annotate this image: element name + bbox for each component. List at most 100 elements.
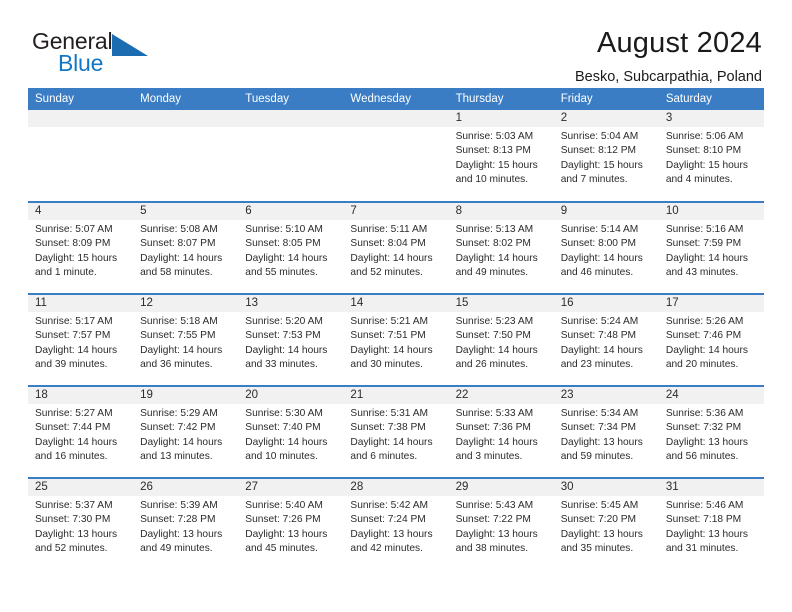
sunrise-text: Sunrise: 5:26 AM [665,316,744,327]
calendar-body: 1 Sunrise: 5:03 AM Sunset: 8:13 PM Daylight… [28,110,764,570]
sunset-text: Sunset: 7:59 PM [665,238,742,250]
calendar-day-cell[interactable]: 22 Sunrise: 5:33 AM Sunset: 7:36 PM Dayligh… [448,385,554,478]
sunrise-text: Sunrise: 5:11 AM [350,224,428,235]
day-details: Sunrise: 5:31 AM Sunset: 7:38 PM Daylight:… [343,404,448,464]
calendar-day-cell[interactable]: 7 Sunrise: 5:11 AM Sunset: 8:04 PM Daylight… [343,201,449,294]
daylight-text-line2: and 52 minutes. [350,266,423,278]
daylight-text-line1: Daylight: 14 hours [140,344,223,356]
sunrise-text: Sunrise: 5:23 AM [455,316,534,327]
day-cell-inner: 21 Sunrise: 5:31 AM Sunset: 7:38 PM Dayligh… [343,387,449,477]
daylight-text-line2: and 20 minutes. [665,358,739,370]
general-blue-logo[interactable]: General Blue [28,28,158,82]
day-cell-inner [28,110,134,201]
day-number: 12 [133,295,239,312]
day-details: Sunrise: 5:27 AM Sunset: 7:44 PM Daylight:… [28,404,133,464]
daylight-text-line2: and 10 minutes. [245,450,318,462]
calendar-day-cell[interactable]: 17 Sunrise: 5:26 AM Sunset: 7:46 PM Dayligh… [658,293,764,386]
day-number: 24 [658,387,764,404]
day-cell-inner: 5 Sunrise: 5:08 AM Sunset: 8:07 PM Daylight… [133,203,239,293]
calendar-day-cell[interactable]: 9 Sunrise: 5:14 AM Sunset: 8:00 PM Daylight… [553,201,659,294]
calendar-day-cell[interactable]: 27 Sunrise: 5:40 AM Sunset: 7:26 PM Dayligh… [238,477,344,570]
calendar-day-cell[interactable]: 2 Sunrise: 5:04 AM Sunset: 8:12 PM Daylight… [553,110,659,202]
sunrise-text: Sunrise: 5:20 AM [245,316,323,327]
day-number [28,110,134,127]
sunrise-text: Sunrise: 5:37 AM [35,500,113,511]
calendar-day-cell[interactable]: 25 Sunrise: 5:37 AM Sunset: 7:30 PM Dayligh… [28,477,134,570]
sunrise-text: Sunrise: 5:46 AM [665,500,744,511]
sunrise-text: Sunrise: 5:40 AM [245,500,323,511]
calendar-day-cell[interactable]: 28 Sunrise: 5:42 AM Sunset: 7:24 PM Dayligh… [343,477,449,570]
day-cell-inner: 22 Sunrise: 5:33 AM Sunset: 7:36 PM Dayligh… [448,387,554,477]
day-details: Sunrise: 5:26 AM Sunset: 7:46 PM Daylight:… [659,312,764,372]
calendar-day-cell[interactable]: 14 Sunrise: 5:21 AM Sunset: 7:51 PM Dayligh… [343,293,449,386]
calendar-day-cell[interactable]: 21 Sunrise: 5:31 AM Sunset: 7:38 PM Dayligh… [343,385,449,478]
calendar-day-cell[interactable] [28,110,134,202]
calendar-day-cell[interactable]: 26 Sunrise: 5:39 AM Sunset: 7:28 PM Dayligh… [133,477,239,570]
daylight-text-line1: Daylight: 14 hours [455,344,538,356]
daylight-text-line2: and 7 minutes. [560,173,628,185]
calendar-day-cell[interactable] [238,110,344,202]
month-calendar: Sunday Monday Tuesday Wednesday Thursday… [28,88,764,570]
daylight-text-line2: and 38 minutes. [455,542,529,554]
daylight-text-line1: Daylight: 14 hours [245,344,328,356]
day-details: Sunrise: 5:34 AM Sunset: 7:34 PM Daylight:… [554,404,659,464]
day-cell-inner: 29 Sunrise: 5:43 AM Sunset: 7:22 PM Dayligh… [448,479,554,570]
calendar-day-cell[interactable] [133,110,239,202]
day-cell-inner: 17 Sunrise: 5:26 AM Sunset: 7:46 PM Dayligh… [658,295,764,385]
day-number: 25 [28,479,134,496]
day-number: 11 [28,295,134,312]
sunset-text: Sunset: 8:13 PM [455,145,531,157]
calendar-day-cell[interactable]: 29 Sunrise: 5:43 AM Sunset: 7:22 PM Dayligh… [448,477,554,570]
day-cell-inner: 10 Sunrise: 5:16 AM Sunset: 7:59 PM Dayligh… [658,203,764,293]
day-cell-inner: 9 Sunrise: 5:14 AM Sunset: 8:00 PM Daylight… [553,203,659,293]
day-details: Sunrise: 5:23 AM Sunset: 7:50 PM Daylight:… [449,312,554,372]
calendar-day-cell[interactable]: 6 Sunrise: 5:10 AM Sunset: 8:05 PM Daylight… [238,201,344,294]
calendar-day-cell[interactable]: 16 Sunrise: 5:24 AM Sunset: 7:48 PM Dayligh… [553,293,659,386]
day-number: 17 [658,295,764,312]
sunset-text: Sunset: 7:55 PM [140,330,216,342]
sunset-text: Sunset: 7:48 PM [560,330,637,342]
day-cell-inner: 6 Sunrise: 5:10 AM Sunset: 8:05 PM Daylight… [238,203,344,293]
sunrise-text: Sunrise: 5:04 AM [560,131,639,142]
daylight-text-line2: and 56 minutes. [665,450,739,462]
calendar-day-cell[interactable] [343,110,449,202]
weekday-header-saturday: Saturday [658,88,764,110]
daylight-text-line1: Daylight: 15 hours [455,159,538,171]
calendar-day-cell[interactable]: 12 Sunrise: 5:18 AM Sunset: 7:55 PM Dayligh… [133,293,239,386]
daylight-text-line1: Daylight: 14 hours [560,252,643,264]
calendar-day-cell[interactable]: 30 Sunrise: 5:45 AM Sunset: 7:20 PM Dayligh… [553,477,659,570]
calendar-day-cell[interactable]: 5 Sunrise: 5:08 AM Sunset: 8:07 PM Daylight… [133,201,239,294]
calendar-day-cell[interactable]: 20 Sunrise: 5:30 AM Sunset: 7:40 PM Dayligh… [238,385,344,478]
day-number: 19 [133,387,239,404]
calendar-week-row: 18 Sunrise: 5:27 AM Sunset: 7:44 PM Dayligh… [28,385,764,478]
calendar-day-cell[interactable]: 23 Sunrise: 5:34 AM Sunset: 7:34 PM Dayligh… [553,385,659,478]
calendar-day-cell[interactable]: 18 Sunrise: 5:27 AM Sunset: 7:44 PM Dayligh… [28,385,134,478]
day-cell-inner: 14 Sunrise: 5:21 AM Sunset: 7:51 PM Dayligh… [343,295,449,385]
calendar-day-cell[interactable]: 4 Sunrise: 5:07 AM Sunset: 8:09 PM Daylight… [28,201,134,294]
calendar-day-cell[interactable]: 19 Sunrise: 5:29 AM Sunset: 7:42 PM Dayligh… [133,385,239,478]
daylight-text-line2: and 13 minutes. [140,450,213,462]
calendar-day-cell[interactable]: 3 Sunrise: 5:06 AM Sunset: 8:10 PM Daylight… [658,110,764,202]
daylight-text-line1: Daylight: 13 hours [560,436,643,448]
daylight-text-line1: Daylight: 15 hours [665,159,748,171]
day-details: Sunrise: 5:07 AM Sunset: 8:09 PM Daylight:… [28,220,133,280]
calendar-day-cell[interactable]: 8 Sunrise: 5:13 AM Sunset: 8:02 PM Daylight… [448,201,554,294]
calendar-day-cell[interactable]: 15 Sunrise: 5:23 AM Sunset: 7:50 PM Dayligh… [448,293,554,386]
day-details: Sunrise: 5:36 AM Sunset: 7:32 PM Daylight:… [659,404,764,464]
calendar-day-cell[interactable]: 24 Sunrise: 5:36 AM Sunset: 7:32 PM Dayligh… [658,385,764,478]
daylight-text-line2: and 3 minutes. [455,450,523,462]
calendar-day-cell[interactable]: 10 Sunrise: 5:16 AM Sunset: 7:59 PM Dayligh… [658,201,764,294]
calendar-day-cell[interactable]: 1 Sunrise: 5:03 AM Sunset: 8:13 PM Daylight… [448,110,554,202]
weekday-header-monday: Monday [133,88,239,110]
day-number: 10 [658,203,764,220]
calendar-day-cell[interactable]: 11 Sunrise: 5:17 AM Sunset: 7:57 PM Dayligh… [28,293,134,386]
daylight-text-line2: and 6 minutes. [350,450,418,462]
calendar-day-cell[interactable]: 31 Sunrise: 5:46 AM Sunset: 7:18 PM Dayligh… [658,477,764,570]
day-number: 30 [553,479,659,496]
sunrise-text: Sunrise: 5:33 AM [455,408,534,419]
daylight-text-line1: Daylight: 14 hours [140,252,223,264]
day-cell-inner: 19 Sunrise: 5:29 AM Sunset: 7:42 PM Dayligh… [133,387,239,477]
sunrise-text: Sunrise: 5:29 AM [140,408,218,419]
day-details: Sunrise: 5:14 AM Sunset: 8:00 PM Daylight:… [554,220,659,280]
calendar-day-cell[interactable]: 13 Sunrise: 5:20 AM Sunset: 7:53 PM Dayligh… [238,293,344,386]
